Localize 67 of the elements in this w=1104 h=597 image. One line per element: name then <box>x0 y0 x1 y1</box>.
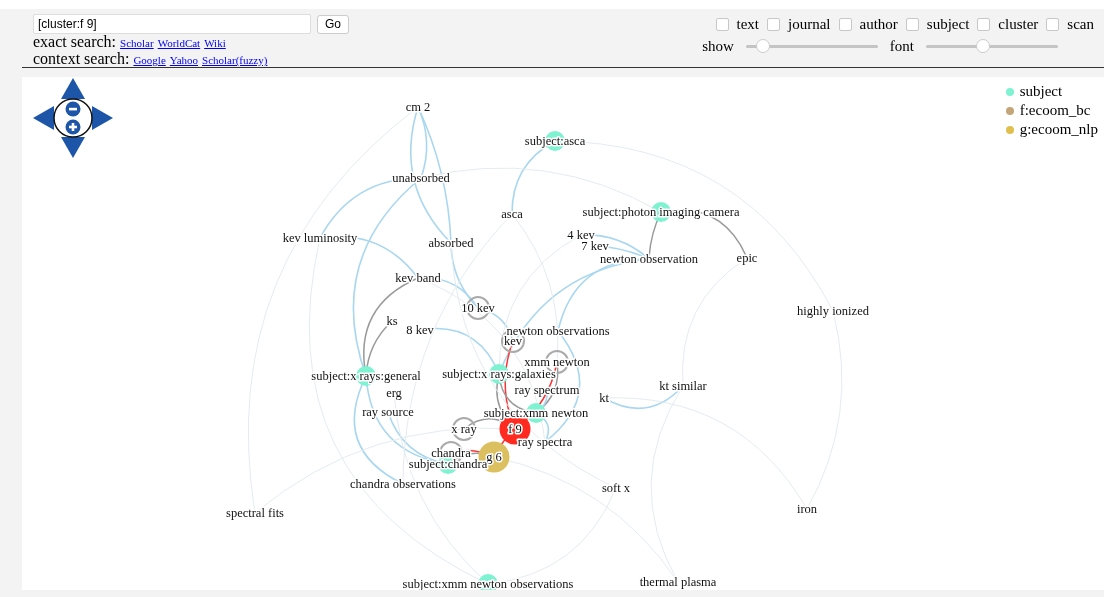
checkbox-label: cluster <box>998 15 1039 33</box>
node-label[interactable]: chandra observations <box>350 477 456 491</box>
search-field[interactable]: [cluster:f 9] <box>33 14 311 34</box>
slider-label: font <box>889 37 914 55</box>
legend-label: g:ecoom_nlp <box>1019 121 1098 138</box>
node-label[interactable]: 8 kev <box>406 323 434 337</box>
legend-label: subject <box>1019 83 1063 100</box>
node-label[interactable]: x ray <box>451 422 477 436</box>
node-label[interactable]: 4 kev <box>567 228 595 242</box>
node-label[interactable]: chandra <box>431 446 471 460</box>
node-label[interactable]: unabsorbed <box>392 171 450 185</box>
node-label[interactable]: highly ionized <box>797 304 869 318</box>
node-label[interactable]: xmm newton <box>524 355 590 369</box>
go-button[interactable]: Go <box>317 14 349 34</box>
search-link[interactable]: Scholar(fuzzy) <box>202 52 268 68</box>
node-label[interactable]: absorbed <box>428 236 474 250</box>
node-label[interactable]: cm 2 <box>405 100 431 114</box>
zoom-in-button[interactable] <box>65 119 81 135</box>
node-label[interactable]: asca <box>501 207 523 221</box>
node-label[interactable]: spectral fits <box>226 506 284 520</box>
node-label[interactable]: erg <box>386 386 402 400</box>
checkbox-label: subject <box>926 15 970 33</box>
search-link[interactable]: Google <box>133 52 166 68</box>
node-label[interactable]: g 6 <box>486 450 502 464</box>
legend-label: f:ecoom_bc <box>1019 102 1091 119</box>
slider-label: show <box>702 37 734 55</box>
node-label[interactable]: iron <box>796 502 818 516</box>
checkbox[interactable] <box>905 17 919 31</box>
checkbox[interactable] <box>1046 17 1060 31</box>
checkbox-label: scan <box>1067 15 1094 33</box>
node-label[interactable]: subject:x rays:galaxies <box>442 367 556 381</box>
search-link[interactable]: Yahoo <box>169 52 199 68</box>
checkbox-label: text <box>736 15 760 33</box>
search-link[interactable]: Wiki <box>204 35 226 51</box>
node-label[interactable]: ks <box>386 314 398 328</box>
node-label[interactable]: kev band <box>395 271 441 285</box>
node-label[interactable]: ray spectra <box>517 435 573 449</box>
node-ring[interactable] <box>452 417 476 441</box>
node-label[interactable]: kt <box>599 391 609 405</box>
node-label[interactable]: thermal plasma <box>639 575 717 589</box>
node-label[interactable]: 7 kev <box>581 239 609 253</box>
checkbox-label: author <box>859 15 898 33</box>
search-link[interactable]: WorldCat <box>157 35 201 51</box>
node-label[interactable]: subject:asca <box>524 134 586 148</box>
node-label[interactable]: newton observations <box>506 324 610 338</box>
checkbox-label: journal <box>788 15 831 33</box>
checkbox[interactable] <box>715 17 729 31</box>
checkbox[interactable] <box>838 17 852 31</box>
node-label[interactable]: kev luminosity <box>282 231 358 245</box>
node-label[interactable]: 10 kev <box>461 301 495 315</box>
search-link[interactable]: Scholar <box>120 35 154 51</box>
checkbox[interactable] <box>977 17 991 31</box>
node-label[interactable]: kt similar <box>659 379 707 393</box>
node-label[interactable]: soft x <box>601 481 631 495</box>
search-label: context search: <box>33 51 130 67</box>
node-label[interactable]: ray spectrum <box>514 383 580 397</box>
node-label[interactable]: f 9 <box>508 422 522 436</box>
search-label: exact search: <box>33 34 117 50</box>
checkbox[interactable] <box>767 17 781 31</box>
node-label[interactable]: ray source <box>362 405 414 419</box>
slider-thumb[interactable] <box>756 38 770 53</box>
node-label[interactable]: newton observation <box>599 252 699 266</box>
slider-thumb[interactable] <box>975 38 990 53</box>
node-label[interactable]: subject:photon imaging camera <box>582 205 740 219</box>
node-label[interactable]: subject:x rays:general <box>311 369 421 383</box>
node-label[interactable]: epic <box>736 251 758 265</box>
zoom-out-button[interactable] <box>65 101 81 117</box>
